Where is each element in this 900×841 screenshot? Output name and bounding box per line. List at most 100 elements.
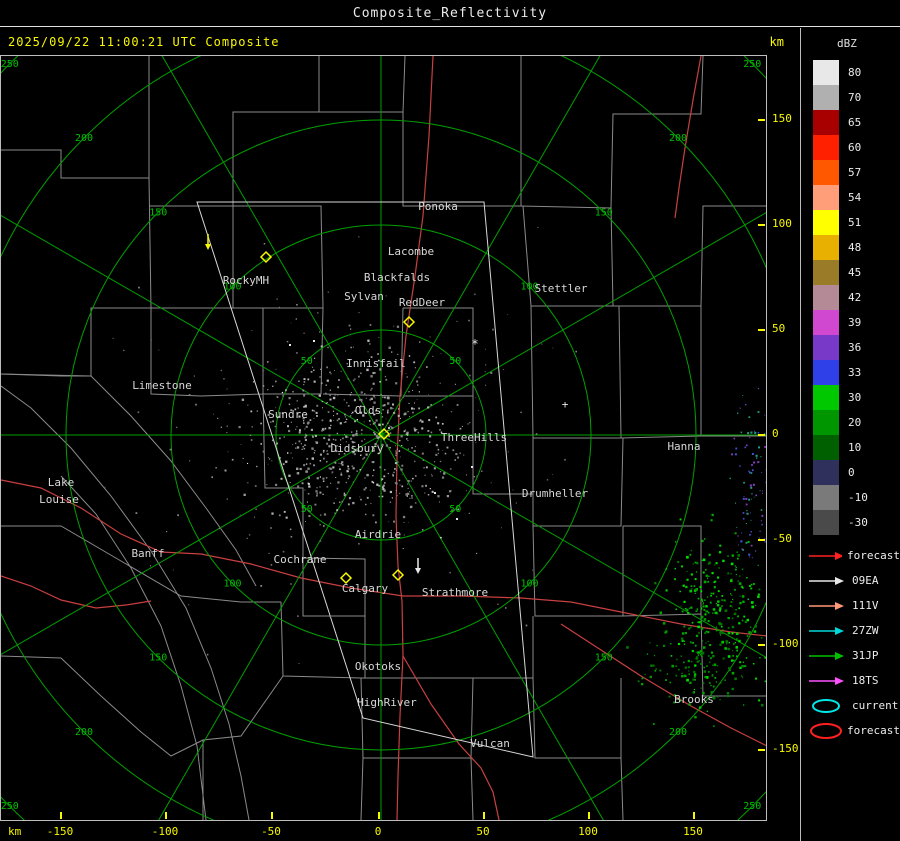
legend-label: forecast — [847, 549, 900, 562]
x-axis-label: -100 — [151, 825, 179, 838]
dbz-scale-row: 48 — [813, 235, 900, 260]
y-axis-label: 150 — [772, 112, 792, 125]
dbz-scale-row: 65 — [813, 110, 900, 135]
legend-label: forecast — [847, 724, 900, 737]
dbz-value-label: 54 — [848, 191, 862, 204]
dbz-scale-title: dBZ — [837, 37, 857, 50]
dbz-value-label: 65 — [848, 116, 862, 129]
legend-ellipse-icon — [812, 698, 840, 713]
dbz-color-swatch — [813, 360, 839, 385]
window-title: Composite_Reflectivity — [352, 5, 548, 21]
dbz-color-swatch — [813, 85, 839, 110]
dbz-value-label: 48 — [848, 241, 862, 254]
y-axis-label: 50 — [772, 322, 786, 335]
city-label: HighRiver — [357, 696, 417, 709]
y-axis-label: -150 — [772, 742, 799, 755]
dbz-color-swatch — [813, 460, 839, 485]
city-label: Banff — [131, 547, 164, 560]
range-ring-label: 250 — [743, 59, 761, 70]
dbz-color-swatch — [813, 210, 839, 235]
legend-label: 31JP — [852, 649, 879, 662]
radar-canvas: 50 5050 50100 100100 100150 150150 150200 20020… — [1, 56, 766, 820]
dbz-value-label: -10 — [848, 491, 868, 504]
dbz-value-label: 45 — [848, 266, 862, 279]
legend-row: 31JP — [807, 643, 900, 668]
legend-label: 09EA — [852, 574, 879, 587]
point-marker — [289, 344, 291, 346]
dbz-scale-row: 70 — [813, 85, 900, 110]
dbz-scale-row: 54 — [813, 185, 900, 210]
dbz-color-swatch — [813, 235, 839, 260]
point-marker — [434, 492, 436, 494]
legend-row: 18TS — [807, 668, 900, 693]
dbz-scale-row: 45 — [813, 260, 900, 285]
city-label: Vulcan — [470, 737, 510, 750]
dbz-scale-row: 57 — [813, 160, 900, 185]
dbz-color-swatch — [813, 510, 839, 535]
plus-marker: + — [562, 398, 569, 411]
city-label: Sylvan — [344, 290, 384, 303]
range-ring-label: 50 — [449, 504, 461, 515]
city-label: Blackfalds — [364, 271, 430, 284]
dbz-color-swatch — [813, 260, 839, 285]
range-ring-label: 150 — [595, 207, 613, 218]
legend-label: current — [852, 699, 899, 712]
dbz-scale-row: -10 — [813, 485, 900, 510]
dbz-value-label: 51 — [848, 216, 862, 229]
dbz-scale-row: 36 — [813, 335, 900, 360]
dbz-scale-row: 10 — [813, 435, 900, 460]
dbz-color-swatch — [813, 485, 839, 510]
asterisk-marker: * — [471, 337, 478, 351]
legend-row: 27ZW — [807, 618, 900, 643]
dbz-scale-row: 20 — [813, 410, 900, 435]
y-axis-label: 100 — [772, 217, 792, 230]
dbz-value-label: 10 — [848, 441, 862, 454]
info-bar: 2025/09/22 11:00:21 UTC Composite km — [0, 28, 800, 55]
dbz-color-swatch — [813, 435, 839, 460]
dbz-value-label: 33 — [848, 366, 862, 379]
dbz-color-swatch — [813, 160, 839, 185]
legend-arrow-icon — [809, 626, 844, 635]
range-ring-label: 100 — [223, 578, 241, 589]
dbz-scale-row: 0 — [813, 460, 900, 485]
legend-label: 111V — [852, 599, 879, 612]
range-ring-label: 50 — [301, 504, 313, 515]
dbz-scale-row: 42 — [813, 285, 900, 310]
x-axis-labels: -150 -100 -50 0 50 100 150 — [0, 825, 800, 841]
y-axis-label: -100 — [772, 637, 799, 650]
city-label: RockyMH — [223, 274, 269, 287]
range-ring-label: 200 — [75, 133, 93, 144]
city-label: Didsbury — [331, 442, 384, 455]
dbz-value-label: 70 — [848, 91, 862, 104]
city-label: Calgary — [342, 582, 389, 595]
city-label: RedDeer — [399, 296, 446, 309]
legend-arrow-icon — [809, 576, 844, 585]
dbz-color-swatch — [813, 135, 839, 160]
radar-app-window: Composite_Reflectivity 2025/09/22 11:00:… — [0, 0, 900, 841]
x-axis-bar: km -150 -100 -50 0 50 100 150 — [0, 822, 800, 841]
range-ring-label: 150 — [149, 207, 167, 218]
dbz-value-label: -30 — [848, 516, 868, 529]
city-label: Cochrane — [274, 553, 327, 566]
legend-ellipse-icon — [810, 722, 842, 739]
range-ring-label: 250 — [1, 801, 19, 812]
city-label: Innisfail — [346, 357, 406, 370]
city-label: Limestone — [132, 379, 192, 392]
x-axis-label: 150 — [683, 825, 703, 838]
city-label: Drumheller — [522, 487, 589, 500]
legend-arrow-icon — [809, 601, 844, 610]
city-label: Louise — [39, 493, 79, 506]
dbz-color-swatch — [813, 410, 839, 435]
x-axis-label: 100 — [578, 825, 598, 838]
dbz-color-swatch — [813, 110, 839, 135]
dbz-scale-row: -30 — [813, 510, 900, 535]
range-ring-label: 250 — [743, 801, 761, 812]
point-marker — [313, 340, 315, 342]
range-ring-label: 150 — [149, 653, 167, 664]
dbz-value-label: 20 — [848, 416, 862, 429]
dbz-scale-row: 39 — [813, 310, 900, 335]
legend-sidebar: dBZ 80 70 65 60 57 54 51 48 45 42 39 36 33 30 20 10 0 -10… — [800, 28, 900, 841]
legend-arrow-icon — [809, 676, 844, 685]
x-axis-label: -50 — [261, 825, 281, 838]
dbz-color-swatch — [813, 385, 839, 410]
